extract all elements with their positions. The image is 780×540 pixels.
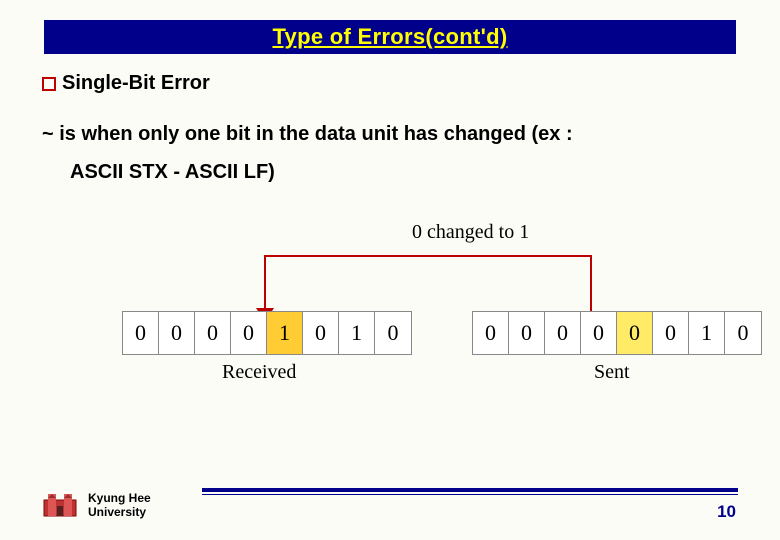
bit-cell-highlight: 0 (617, 312, 653, 354)
connector-left (264, 255, 266, 313)
bit-cell: 0 (545, 312, 581, 354)
received-bits-row: 0 0 0 0 1 0 1 0 (122, 311, 412, 355)
bit-cell: 0 (509, 312, 545, 354)
subheading-row: Single-Bit Error (42, 72, 738, 95)
bit-cell: 0 (581, 312, 617, 354)
slide-title: Type of Errors(cont'd) (272, 24, 507, 49)
bit-cell: 0 (231, 312, 267, 354)
sent-bits-row: 0 0 0 0 0 0 1 0 (472, 311, 762, 355)
bit-cell: 0 (375, 312, 411, 354)
body-line-2: ASCII STX - ASCII LF) (42, 153, 738, 191)
bit-cell: 1 (689, 312, 725, 354)
slide-footer: Kyung Hee University 10 (42, 474, 738, 520)
body-text: ~ is when only one bit in the data unit … (42, 115, 738, 191)
page-number: 10 (717, 502, 736, 522)
university-line-2: University (88, 506, 151, 520)
connector-right (590, 255, 592, 311)
bit-cell: 0 (123, 312, 159, 354)
university-name: Kyung Hee University (88, 492, 151, 520)
bit-cell: 0 (303, 312, 339, 354)
bit-cell: 0 (195, 312, 231, 354)
received-caption: Received (222, 361, 296, 384)
slide: Type of Errors(cont'd) Single-Bit Error … (0, 0, 780, 540)
bit-error-diagram: 0 changed to 1 0 0 0 0 1 0 1 0 0 0 0 0 0… (42, 221, 738, 401)
bit-cell: 0 (653, 312, 689, 354)
bit-cell: 0 (473, 312, 509, 354)
footer-rule-thick (202, 488, 738, 492)
bullet-square-icon (42, 77, 56, 91)
title-bar: Type of Errors(cont'd) (44, 20, 736, 54)
subheading-text: Single-Bit Error (62, 72, 210, 95)
bit-cell: 1 (339, 312, 375, 354)
connector-top (264, 255, 592, 257)
diagram-top-label: 0 changed to 1 (412, 221, 529, 244)
university-line-1: Kyung Hee (88, 492, 151, 506)
body-line-1: ~ is when only one bit in the data unit … (42, 115, 738, 153)
sent-caption: Sent (594, 361, 630, 384)
university-logo-icon (42, 488, 78, 518)
bit-cell-highlight: 1 (267, 312, 303, 354)
bit-cell: 0 (725, 312, 761, 354)
bit-cell: 0 (159, 312, 195, 354)
footer-rule-thin (202, 494, 738, 495)
